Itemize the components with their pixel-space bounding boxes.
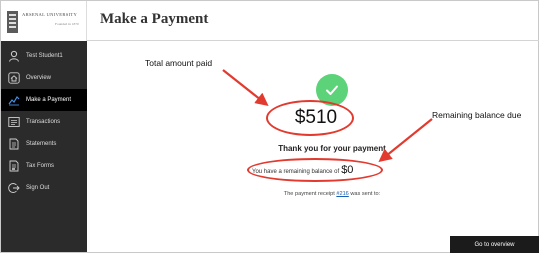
thank-you-message: Thank you for your payment	[278, 144, 386, 153]
sidebar-item-transactions[interactable]: Transactions	[1, 111, 87, 133]
sidebar-item-make-a-payment[interactable]: Make a Payment	[1, 89, 87, 111]
sidebar-item-label: Overview	[26, 75, 52, 81]
page-title: Make a Payment	[100, 11, 209, 27]
sidebar-item-label: Sign Out	[26, 185, 50, 191]
receipt-prefix: The payment receipt	[283, 191, 335, 197]
sidebar-item-label: Tax Forms	[26, 163, 55, 169]
transactions-icon	[7, 116, 20, 129]
logo-subtitle: Founded in 1870	[55, 22, 79, 26]
sidebar-item-sign-out[interactable]: Sign Out	[1, 177, 87, 199]
receipt-suffix: was sent to:	[350, 191, 381, 197]
statements-icon	[7, 138, 20, 151]
annotation-remaining-balance-due: Remaining balance due	[432, 110, 522, 120]
balance-highlight-ellipse	[247, 158, 383, 182]
sidebar-item-statements[interactable]: Statements	[1, 133, 87, 155]
sidebar: ARSENAL UNIVERSITY Founded in 1870 Test …	[1, 1, 87, 252]
payment-icon	[7, 94, 20, 107]
sidebar-item-profile[interactable]: Test Student1	[1, 45, 87, 67]
receipt-line: The payment receipt #216 was sent to:	[232, 191, 432, 197]
sidebar-item-label: Test Student1	[26, 53, 63, 59]
header-divider	[87, 40, 539, 41]
sign-out-icon	[7, 182, 20, 195]
tax-forms-icon	[7, 160, 20, 173]
go-to-overview-button[interactable]: Go to overview	[450, 236, 539, 253]
sidebar-item-label: Transactions	[26, 119, 61, 125]
sidebar-item-tax-forms[interactable]: Tax Forms	[1, 155, 87, 177]
amount-highlight-ellipse	[266, 100, 354, 136]
receipt-link[interactable]: #216	[336, 191, 348, 197]
sidebar-item-label: Statements	[26, 141, 57, 147]
university-logo: ARSENAL UNIVERSITY Founded in 1870	[1, 1, 87, 41]
user-icon	[7, 50, 20, 63]
sidebar-item-overview[interactable]: Overview	[1, 67, 87, 89]
home-icon	[7, 72, 20, 85]
annotation-total-amount-paid: Total amount paid	[145, 58, 213, 68]
sidebar-item-label: Make a Payment	[26, 97, 72, 103]
sidebar-nav: Test Student1 Overview Make a Payment Tr…	[1, 45, 87, 199]
logo-icon	[7, 11, 18, 33]
logo-title: ARSENAL UNIVERSITY	[22, 12, 78, 17]
